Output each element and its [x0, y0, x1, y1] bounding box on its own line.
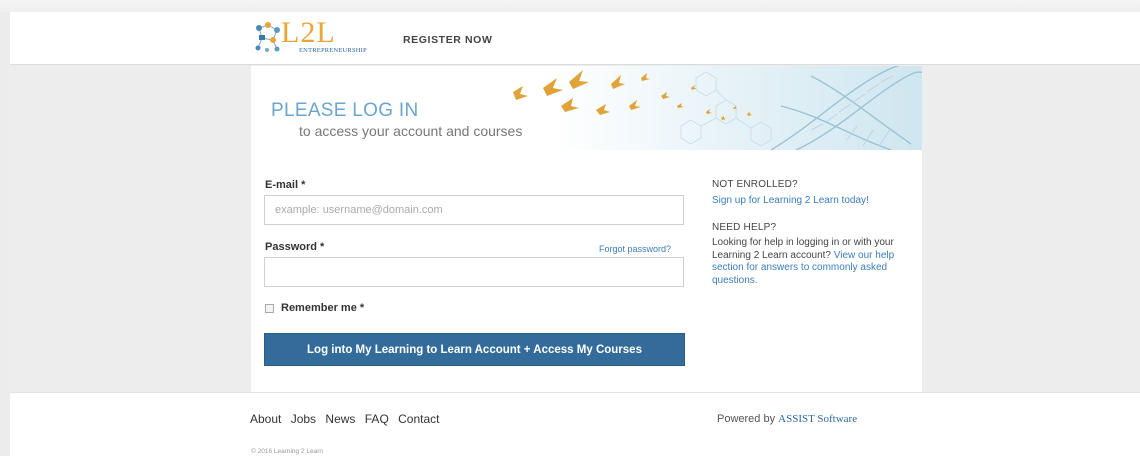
login-submit-button[interactable]: Log into My Learning to Learn Account + … [264, 333, 685, 366]
site-footer: About Jobs News FAQ Contact Powered by A… [10, 392, 1140, 456]
site-header: L2L ENTREPRENEURSHIP REGISTER NOW [10, 12, 1140, 65]
need-help-heading: NEED HELP? [712, 222, 777, 233]
footer-link-faq[interactable]: FAQ [365, 412, 389, 426]
logo-network-icon [255, 22, 280, 52]
footer-link-about[interactable]: About [250, 412, 281, 426]
login-subtitle: to access your account and courses [299, 123, 523, 139]
top-gradient [0, 0, 1140, 12]
logo-subtitle: ENTREPRENEURSHIP [299, 47, 367, 54]
email-field[interactable] [264, 195, 684, 225]
copyright-text: © 2016 Learning 2 Learn [251, 448, 324, 455]
not-enrolled-heading: NOT ENROLLED? [712, 179, 798, 190]
footer-nav: About Jobs News FAQ Contact [250, 412, 445, 426]
remember-me-label[interactable]: Remember me * [281, 302, 364, 314]
register-now-link[interactable]: REGISTER NOW [403, 34, 492, 46]
password-field[interactable] [264, 257, 684, 287]
powered-by-label: Powered by [717, 413, 776, 425]
footer-link-jobs[interactable]: Jobs [291, 412, 316, 426]
footer-link-news[interactable]: News [325, 412, 355, 426]
remember-me-checkbox[interactable] [265, 304, 274, 313]
login-banner: PLEASE LOG IN to access your account and… [251, 66, 922, 150]
help-text-block: Looking for help in logging in or with y… [712, 237, 917, 287]
forgot-password-link[interactable]: Forgot password? [599, 244, 671, 254]
logo-wordmark: L2L [281, 16, 336, 49]
password-label: Password * [265, 241, 325, 253]
assist-software-link[interactable]: ASSIST Software [778, 413, 857, 425]
powered-by: Powered by ASSIST Software [717, 413, 857, 425]
login-title: PLEASE LOG IN [271, 100, 419, 121]
footer-link-contact[interactable]: Contact [398, 412, 439, 426]
signup-link[interactable]: Sign up for Learning 2 Learn today! [712, 195, 869, 206]
email-label: E-mail * [265, 179, 306, 191]
site-logo[interactable]: L2L ENTREPRENEURSHIP [253, 16, 383, 60]
login-panel: PLEASE LOG IN to access your account and… [251, 66, 922, 392]
